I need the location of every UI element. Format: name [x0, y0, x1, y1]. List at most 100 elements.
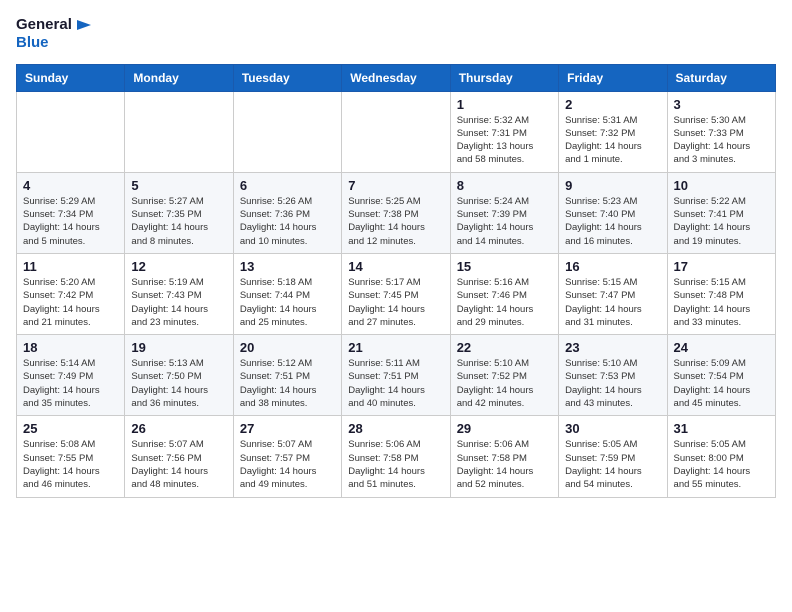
day-number: 30 [565, 421, 660, 436]
weekday-header-wednesday: Wednesday [342, 64, 450, 91]
day-number: 27 [240, 421, 335, 436]
day-number: 16 [565, 259, 660, 274]
day-number: 3 [674, 97, 769, 112]
day-info: Sunrise: 5:17 AM Sunset: 7:45 PM Dayligh… [348, 276, 443, 329]
day-info: Sunrise: 5:11 AM Sunset: 7:51 PM Dayligh… [348, 357, 443, 410]
day-info: Sunrise: 5:12 AM Sunset: 7:51 PM Dayligh… [240, 357, 335, 410]
calendar-cell: 6Sunrise: 5:26 AM Sunset: 7:36 PM Daylig… [233, 172, 341, 253]
calendar-week-4: 18 Sunrise: 5:14 AM Sunset: 7:49 PM Dayli… [17, 335, 776, 416]
calendar-cell: 24Sunrise: 5:09 AM Sunset: 7:54 PM Dayli… [667, 335, 775, 416]
calendar-cell: 28 Sunrise: 5:06 AM Sunset: 7:58 PM Dayli… [342, 416, 450, 497]
day-number: 2 [565, 97, 660, 112]
day-number: 21 [348, 340, 443, 355]
day-number: 20 [240, 340, 335, 355]
day-info: Sunrise: 5:06 AM Sunset: 7:58 PM Dayligh… [457, 438, 552, 491]
calendar-cell: 25Sunrise: 5:08 AM Sunset: 7:55 PM Dayli… [17, 416, 125, 497]
day-number: 28 [348, 421, 443, 436]
calendar-cell [17, 91, 125, 172]
day-info: Sunrise: 5:27 AM Sunset: 7:35 PM Dayligh… [131, 195, 226, 248]
calendar-cell [342, 91, 450, 172]
weekday-header-monday: Monday [125, 64, 233, 91]
logo-wordmark: General Blue [16, 16, 92, 52]
logo: General Blue [16, 16, 92, 52]
day-info: Sunrise: 5:22 AM Sunset: 7:41 PM Dayligh… [674, 195, 769, 248]
calendar-cell: 27 Sunrise: 5:07 AM Sunset: 7:57 PM Dayli… [233, 416, 341, 497]
calendar-cell: 30 Sunrise: 5:05 AM Sunset: 7:59 PM Dayli… [559, 416, 667, 497]
calendar-cell: 19 Sunrise: 5:13 AM Sunset: 7:50 PM Dayli… [125, 335, 233, 416]
calendar-cell: 1 Sunrise: 5:32 AM Sunset: 7:31 PM Daylig… [450, 91, 558, 172]
calendar-cell: 23 Sunrise: 5:10 AM Sunset: 7:53 PM Dayli… [559, 335, 667, 416]
day-number: 7 [348, 178, 443, 193]
calendar-cell: 2 Sunrise: 5:31 AM Sunset: 7:32 PM Daylig… [559, 91, 667, 172]
day-info: Sunrise: 5:23 AM Sunset: 7:40 PM Dayligh… [565, 195, 660, 248]
day-info: Sunrise: 5:05 AM Sunset: 7:59 PM Dayligh… [565, 438, 660, 491]
calendar-cell: 18 Sunrise: 5:14 AM Sunset: 7:49 PM Dayli… [17, 335, 125, 416]
day-info: Sunrise: 5:25 AM Sunset: 7:38 PM Dayligh… [348, 195, 443, 248]
day-number: 4 [23, 178, 118, 193]
day-number: 15 [457, 259, 552, 274]
weekday-header-saturday: Saturday [667, 64, 775, 91]
day-number: 1 [457, 97, 552, 112]
day-info: Sunrise: 5:15 AM Sunset: 7:47 PM Dayligh… [565, 276, 660, 329]
day-info: Sunrise: 5:18 AM Sunset: 7:44 PM Dayligh… [240, 276, 335, 329]
weekday-header-sunday: Sunday [17, 64, 125, 91]
calendar-cell: 21 Sunrise: 5:11 AM Sunset: 7:51 PM Dayli… [342, 335, 450, 416]
day-number: 31 [674, 421, 769, 436]
calendar-week-2: 4 Sunrise: 5:29 AM Sunset: 7:34 PM Daylig… [17, 172, 776, 253]
calendar-week-1: 1 Sunrise: 5:32 AM Sunset: 7:31 PM Daylig… [17, 91, 776, 172]
day-info: Sunrise: 5:07 AM Sunset: 7:57 PM Dayligh… [240, 438, 335, 491]
day-number: 26 [131, 421, 226, 436]
day-number: 5 [131, 178, 226, 193]
logo-triangle-icon [73, 16, 91, 34]
day-info: Sunrise: 5:08 AM Sunset: 7:55 PM Dayligh… [23, 438, 118, 491]
calendar-cell: 16 Sunrise: 5:15 AM Sunset: 7:47 PM Dayli… [559, 253, 667, 334]
day-info: Sunrise: 5:14 AM Sunset: 7:49 PM Dayligh… [23, 357, 118, 410]
day-number: 8 [457, 178, 552, 193]
day-number: 10 [674, 178, 769, 193]
calendar-cell: 26 Sunrise: 5:07 AM Sunset: 7:56 PM Dayli… [125, 416, 233, 497]
day-number: 11 [23, 259, 118, 274]
calendar-cell: 29 Sunrise: 5:06 AM Sunset: 7:58 PM Dayli… [450, 416, 558, 497]
day-info: Sunrise: 5:32 AM Sunset: 7:31 PM Dayligh… [457, 114, 552, 167]
day-info: Sunrise: 5:26 AM Sunset: 7:36 PM Dayligh… [240, 195, 335, 248]
day-info: Sunrise: 5:13 AM Sunset: 7:50 PM Dayligh… [131, 357, 226, 410]
calendar-cell: 13Sunrise: 5:18 AM Sunset: 7:44 PM Dayli… [233, 253, 341, 334]
day-info: Sunrise: 5:31 AM Sunset: 7:32 PM Dayligh… [565, 114, 660, 167]
day-info: Sunrise: 5:07 AM Sunset: 7:56 PM Dayligh… [131, 438, 226, 491]
day-number: 12 [131, 259, 226, 274]
calendar-cell: 5 Sunrise: 5:27 AM Sunset: 7:35 PM Daylig… [125, 172, 233, 253]
calendar-cell: 3 Sunrise: 5:30 AM Sunset: 7:33 PM Daylig… [667, 91, 775, 172]
calendar-cell: 4 Sunrise: 5:29 AM Sunset: 7:34 PM Daylig… [17, 172, 125, 253]
calendar-cell: 8 Sunrise: 5:24 AM Sunset: 7:39 PM Daylig… [450, 172, 558, 253]
weekday-header-friday: Friday [559, 64, 667, 91]
day-info: Sunrise: 5:30 AM Sunset: 7:33 PM Dayligh… [674, 114, 769, 167]
day-number: 9 [565, 178, 660, 193]
calendar-cell: 10 Sunrise: 5:22 AM Sunset: 7:41 PM Dayli… [667, 172, 775, 253]
day-info: Sunrise: 5:29 AM Sunset: 7:34 PM Dayligh… [23, 195, 118, 248]
day-info: Sunrise: 5:16 AM Sunset: 7:46 PM Dayligh… [457, 276, 552, 329]
day-number: 18 [23, 340, 118, 355]
day-info: Sunrise: 5:24 AM Sunset: 7:39 PM Dayligh… [457, 195, 552, 248]
day-number: 17 [674, 259, 769, 274]
day-info: Sunrise: 5:10 AM Sunset: 7:52 PM Dayligh… [457, 357, 552, 410]
day-number: 29 [457, 421, 552, 436]
day-number: 22 [457, 340, 552, 355]
day-number: 19 [131, 340, 226, 355]
calendar-cell: 9 Sunrise: 5:23 AM Sunset: 7:40 PM Daylig… [559, 172, 667, 253]
weekday-header-tuesday: Tuesday [233, 64, 341, 91]
day-info: Sunrise: 5:10 AM Sunset: 7:53 PM Dayligh… [565, 357, 660, 410]
calendar-cell: 20 Sunrise: 5:12 AM Sunset: 7:51 PM Dayli… [233, 335, 341, 416]
calendar-cell [233, 91, 341, 172]
calendar-cell: 14Sunrise: 5:17 AM Sunset: 7:45 PM Dayli… [342, 253, 450, 334]
day-number: 23 [565, 340, 660, 355]
day-info: Sunrise: 5:05 AM Sunset: 8:00 PM Dayligh… [674, 438, 769, 491]
day-info: Sunrise: 5:15 AM Sunset: 7:48 PM Dayligh… [674, 276, 769, 329]
day-info: Sunrise: 5:19 AM Sunset: 7:43 PM Dayligh… [131, 276, 226, 329]
page-header: General Blue [16, 16, 776, 52]
day-info: Sunrise: 5:06 AM Sunset: 7:58 PM Dayligh… [348, 438, 443, 491]
calendar-cell: 17 Sunrise: 5:15 AM Sunset: 7:48 PM Dayli… [667, 253, 775, 334]
day-info: Sunrise: 5:09 AM Sunset: 7:54 PM Dayligh… [674, 357, 769, 410]
calendar-cell: 22 Sunrise: 5:10 AM Sunset: 7:52 PM Dayli… [450, 335, 558, 416]
calendar-week-5: 25Sunrise: 5:08 AM Sunset: 7:55 PM Dayli… [17, 416, 776, 497]
day-info: Sunrise: 5:20 AM Sunset: 7:42 PM Dayligh… [23, 276, 118, 329]
